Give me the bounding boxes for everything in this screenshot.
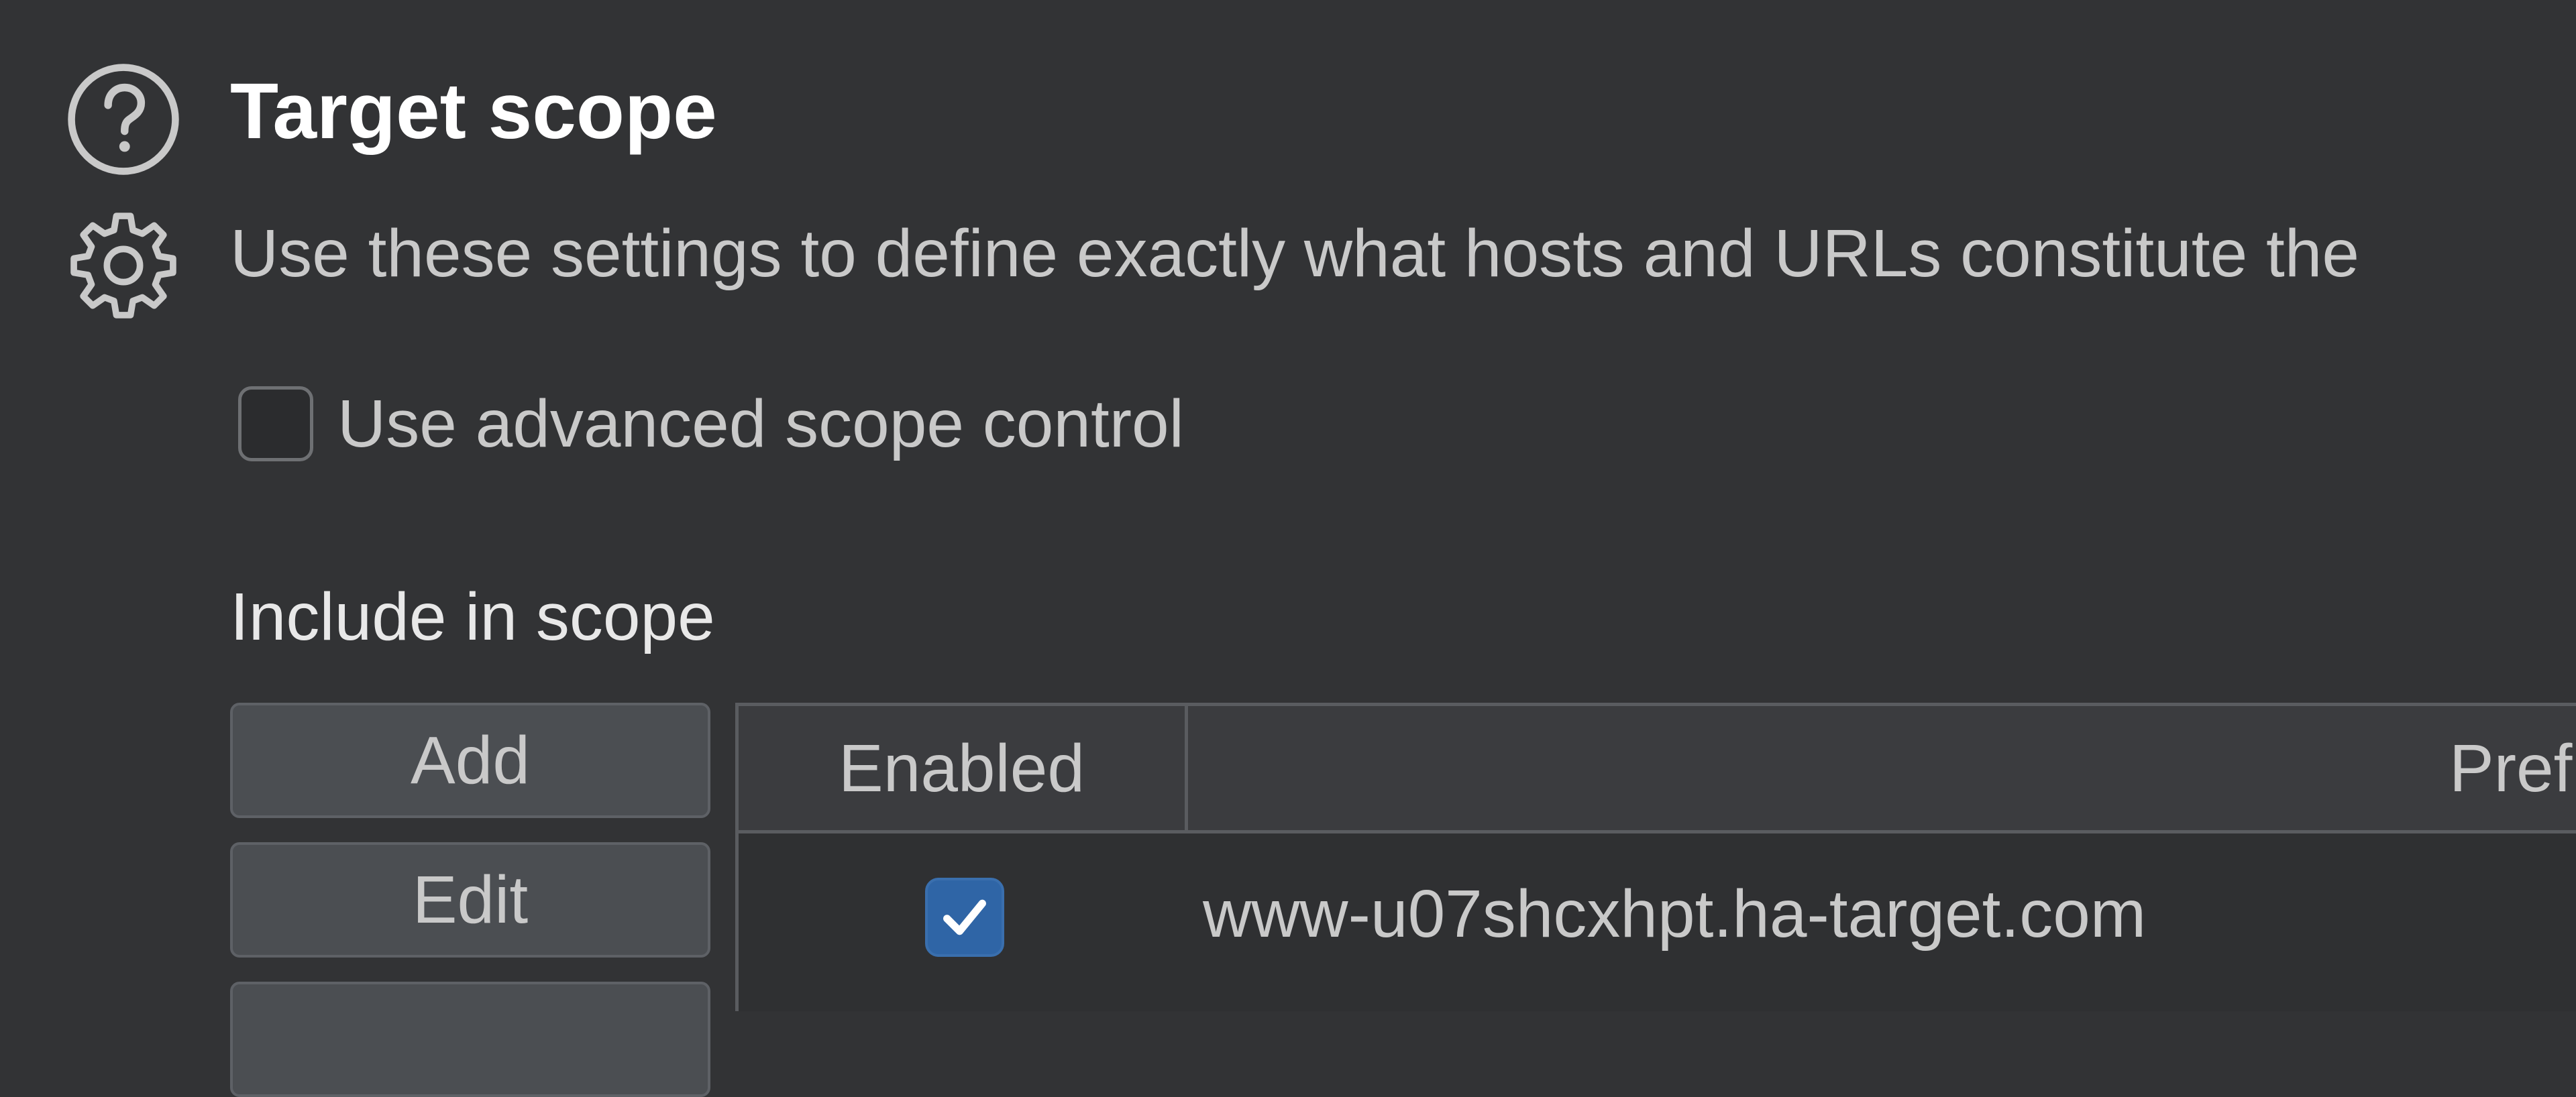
table-header: Enabled Pref bbox=[739, 706, 2576, 833]
advanced-scope-toggle[interactable]: Use advanced scope control bbox=[238, 384, 1184, 464]
table-row[interactable]: www-u07shcxhpt.ha-target.com bbox=[739, 833, 2576, 957]
column-header-enabled[interactable]: Enabled bbox=[739, 706, 1188, 830]
include-in-scope-label: Include in scope bbox=[230, 579, 715, 654]
add-button[interactable]: Add bbox=[230, 703, 710, 818]
gear-icon[interactable] bbox=[64, 207, 182, 325]
page-title: Target scope bbox=[230, 67, 717, 156]
row-prefix-cell: www-u07shcxhpt.ha-target.com bbox=[1203, 876, 2147, 951]
column-header-prefix[interactable]: Pref bbox=[2449, 706, 2572, 830]
help-icon[interactable] bbox=[64, 60, 182, 178]
edit-button[interactable]: Edit bbox=[230, 842, 710, 958]
scope-table: Enabled Pref www-u07shcxhpt.ha-target.co… bbox=[735, 703, 2576, 1011]
checkmark-icon bbox=[943, 899, 986, 935]
advanced-scope-label: Use advanced scope control bbox=[337, 386, 1184, 461]
row-enabled-checkbox[interactable] bbox=[925, 878, 1004, 957]
advanced-scope-checkbox[interactable] bbox=[238, 386, 313, 461]
page-description: Use these settings to define exactly wha… bbox=[230, 216, 2359, 291]
